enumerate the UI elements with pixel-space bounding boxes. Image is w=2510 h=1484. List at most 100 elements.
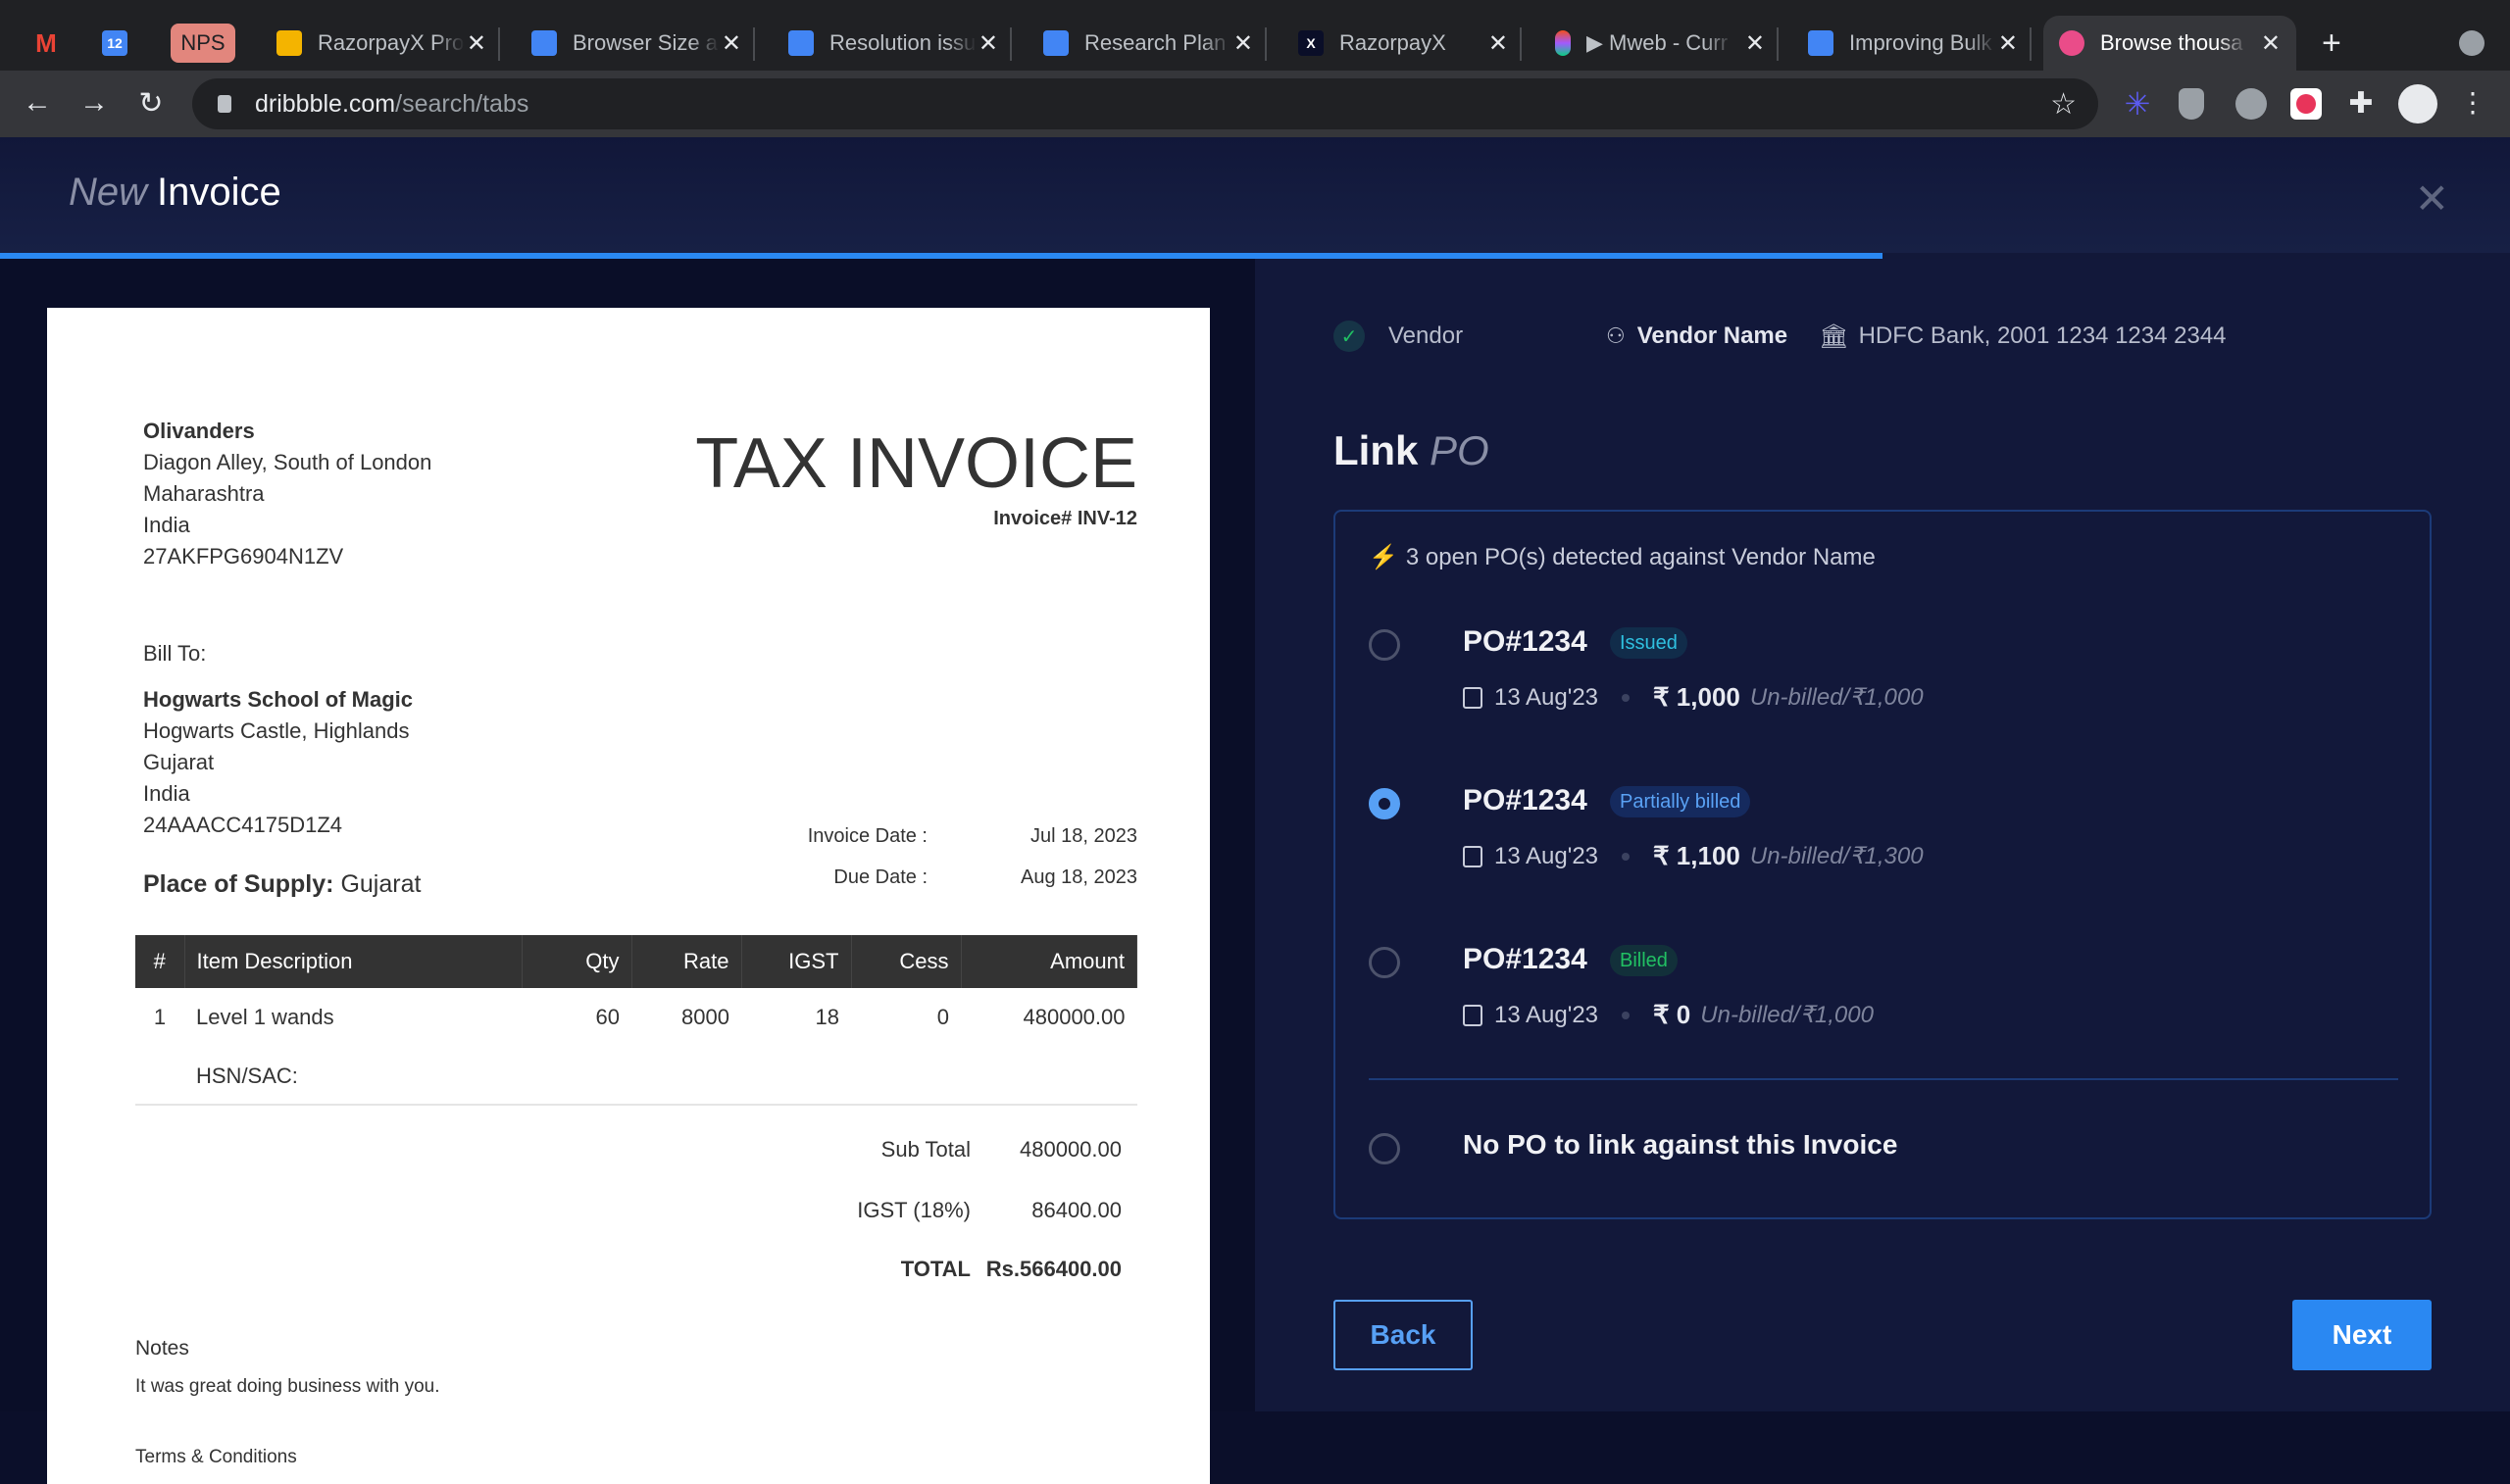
radio-button[interactable] [1369,1133,1400,1164]
separator-dot [1622,693,1631,702]
tab-razorpayx-pro[interactable]: RazorpayX Pro ✕ [276,16,500,71]
close-tab-icon[interactable]: ✕ [722,29,741,58]
radio-button[interactable] [1369,947,1400,978]
po-meta: 13 Aug'23 ₹ 1,100 Un-billed/₹1,300 [1463,841,1924,871]
forward-arrow-icon[interactable]: → [75,86,114,120]
person-icon: ⚇ [1606,323,1626,348]
buyer-block: Hogwarts School of Magic Hogwarts Castle… [143,684,413,841]
profile-avatar[interactable] [2398,84,2437,124]
row-hsn: HSN/SAC: [196,1064,298,1088]
tab-razorpayx[interactable]: X RazorpayX ✕ [1298,16,1522,71]
extension-shield-icon[interactable] [2179,88,2204,120]
po-date: 13 Aug'23 [1494,683,1599,711]
check-icon: ✓ [1333,321,1365,352]
close-tab-icon[interactable]: ✕ [1488,29,1508,58]
tab-resolution-issue[interactable]: Resolution issu ✕ [788,16,1012,71]
col-description: Item Description [184,935,523,988]
invoice-number: Invoice# INV-12 [993,508,1137,529]
invoice-date: Jul 18, 2023 [1030,825,1137,847]
invoice-date-label: Invoice Date : [807,825,928,847]
col-igst: IGST [741,935,852,988]
tab-improving-bulk[interactable]: Improving Bulk ✕ [1808,16,2032,71]
tab-mweb[interactable]: ▶ Mweb - Curr ✕ [1555,16,1779,71]
separator-dot [1622,1011,1631,1019]
tab-search-button[interactable] [2459,16,2485,71]
radio-button[interactable] [1369,629,1400,661]
buyer-country: India [143,781,190,806]
status-badge: Partially billed [1610,786,1751,817]
figma-icon [1555,30,1571,56]
back-button[interactable]: Back [1333,1300,1473,1370]
col-cess: Cess [851,935,962,988]
seller-gstin: 27AKFPG6904N1ZV [143,544,344,569]
due-date-label: Due Date : [833,866,928,888]
po-amount: ₹ 1,100 [1653,841,1740,870]
close-tab-icon[interactable]: ✕ [2261,29,2281,58]
po-unbilled: Un-billed/₹1,000 [1749,684,1924,711]
browser-toolbar: ← → ↻ dribbble.com/search/tabs ☆ ✳ ✚ ⋮ [0,71,2510,137]
extension-cmd-icon[interactable] [2235,88,2267,120]
bill-to-label: Bill To: [143,641,207,666]
tab-calendar[interactable]: 12 [102,16,143,71]
calendar-icon: 12 [102,30,127,56]
reload-icon[interactable]: ↻ [131,86,171,121]
close-icon[interactable]: ✕ [2415,174,2449,223]
po-unbilled: Un-billed/₹1,300 [1749,843,1924,869]
invoice-preview-pane[interactable]: Olivanders Diagon Alley, South of London… [0,259,1255,1484]
chevron-down-icon [2459,30,2485,56]
link-po-pane: ✓ Vendor ⚇ Vendor Name 🏛 HDFC Bank, 2001… [1255,259,2510,1411]
vendor-summary: ✓ Vendor ⚇ Vendor Name 🏛 HDFC Bank, 2001… [1333,308,2412,365]
notes-label: Notes [135,1337,189,1360]
lightning-icon: ⚡ [1369,544,1398,570]
close-tab-icon[interactable]: ✕ [1745,29,1765,58]
divider [1369,1078,2398,1080]
total-label: TOTAL [900,1257,971,1281]
po-amount: ₹ 0 [1653,1000,1691,1029]
new-tab-button[interactable]: + [2322,16,2341,71]
close-tab-icon[interactable]: ✕ [1998,29,2018,58]
bookmark-star-icon[interactable]: ☆ [2050,87,2077,122]
tab-gmail[interactable]: M [33,16,75,71]
docs-icon [1808,30,1833,56]
total-value: Rs.566400.00 [985,1257,1122,1281]
more-menu-icon[interactable]: ⋮ [2453,86,2492,119]
address-bar[interactable]: dribbble.com/search/tabs ☆ [192,78,2098,129]
vendor-bank: HDFC Bank, 2001 1234 1234 2344 [1858,322,2227,349]
calendar-icon [1463,1004,1482,1026]
seller-address: Diagon Alley, South of London [143,450,432,474]
extension-asterisk-icon[interactable]: ✳ [2122,88,2153,120]
close-tab-icon[interactable]: ✕ [979,29,998,58]
extension-record-icon[interactable] [2290,88,2322,120]
back-arrow-icon[interactable]: ← [18,86,57,120]
lock-icon [218,95,231,113]
invoice-header: New Invoice ✕ [0,137,2510,253]
tab-research-plan[interactable]: Research Plan ✕ [1043,16,1267,71]
po-date: 13 Aug'23 [1494,842,1599,869]
col-amount: Amount [961,935,1137,988]
buyer-gstin: 24AAACC4175D1Z4 [143,813,343,837]
tab-browser-size[interactable]: Browser Size a ✕ [531,16,755,71]
col-rate: Rate [631,935,742,988]
docs-icon [788,30,814,56]
extensions-puzzle-icon[interactable]: ✚ [2345,88,2377,120]
close-tab-icon[interactable]: ✕ [1233,29,1253,58]
igst-label: IGST (18%) [857,1198,971,1222]
table-row: 1 Level 1 wands 60 8000 18 0 480000.00 [135,988,1137,1047]
dribbble-icon [2059,30,2084,56]
status-badge: Issued [1610,627,1687,659]
next-button[interactable]: Next [2292,1300,2432,1370]
tab-nps[interactable]: NPS [171,24,235,63]
row-amount: 480000.00 [1023,1005,1126,1029]
po-number: PO#1234 [1463,625,1587,658]
terms-label: Terms & Conditions [135,1447,297,1467]
tab-dribbble-active[interactable]: Browse thousa ✕ [2043,16,2296,71]
due-date: Aug 18, 2023 [1021,866,1137,888]
row-cess: 0 [936,1005,949,1029]
radio-button[interactable] [1369,788,1400,819]
notes-text: It was great doing business with you. [135,1376,440,1397]
seller-block: Olivanders Diagon Alley, South of London… [143,416,431,572]
subtotal-value: 480000.00 [1020,1137,1122,1162]
row-qty: 60 [595,1005,620,1029]
close-tab-icon[interactable]: ✕ [467,29,486,58]
po-number: PO#1234 [1463,943,1587,975]
